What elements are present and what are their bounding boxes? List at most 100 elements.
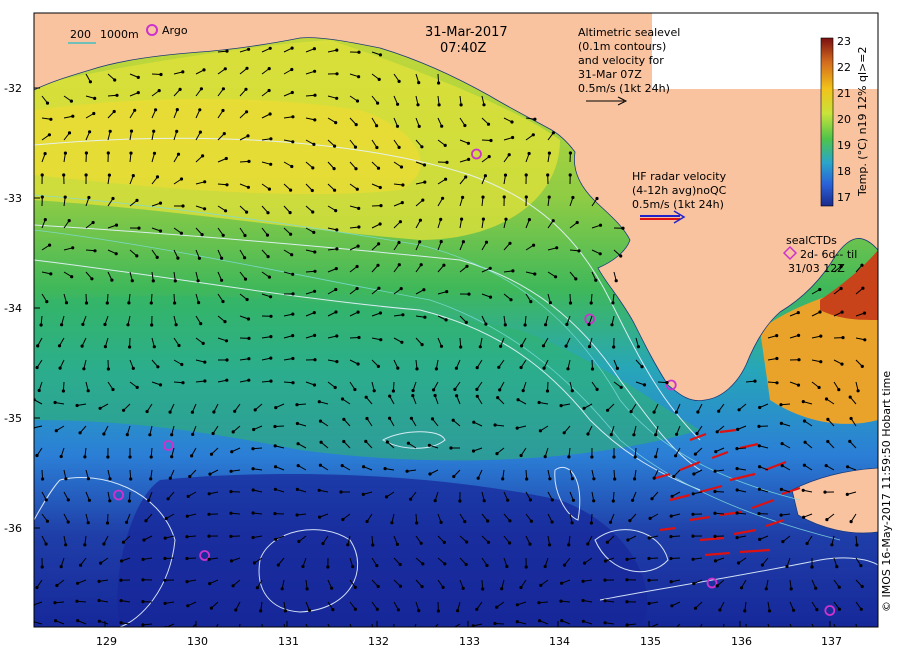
velocity-arrow-head	[489, 138, 493, 143]
velocity-arrow-head	[313, 93, 317, 97]
velocity-arrow-head	[713, 559, 718, 563]
velocity-arrow-head	[355, 99, 360, 103]
velocity-arrow-head	[815, 631, 817, 633]
velocity-arrow-head	[170, 433, 174, 437]
velocity-arrow-head	[415, 367, 419, 371]
velocity-arrow-head	[133, 108, 137, 112]
velocity-arrow-head	[115, 93, 119, 97]
velocity-arrow-head	[87, 195, 91, 200]
velocity-arrow-head	[355, 187, 359, 191]
velocity-arrow-head	[141, 623, 145, 627]
velocity-arrow-head	[106, 367, 111, 371]
velocity-arrow-head	[542, 366, 546, 370]
x-tick-label: 131	[278, 635, 299, 648]
colorbar-tick: 21	[837, 87, 851, 100]
velocity-arrow-head	[713, 534, 717, 539]
velocity-arrow-head	[823, 490, 827, 494]
velocity-arrow-head	[97, 579, 101, 584]
velocity-arrow-head	[845, 492, 849, 496]
velocity-arrow-head	[669, 580, 673, 584]
velocity-arrow-head	[36, 344, 40, 348]
velocity-arrow-head	[415, 521, 419, 525]
velocity-arrow-head	[99, 561, 103, 565]
velocity-arrow-head	[334, 310, 338, 314]
velocity-arrow-head	[619, 385, 623, 389]
velocity-arrow-head	[119, 578, 123, 582]
velocity-arrow-head	[64, 543, 68, 547]
velocity-arrow-head	[333, 144, 337, 148]
velocity-arrow-head	[460, 217, 464, 221]
velocity-arrow-head	[59, 565, 63, 569]
velocity-arrow-head	[846, 465, 850, 469]
velocity-arrow-head	[334, 121, 338, 125]
x-tick-label: 136	[731, 635, 752, 648]
velocity-arrow-head	[91, 220, 95, 225]
velocity-arrow-head	[409, 416, 413, 420]
velocity-arrow-head	[547, 195, 551, 199]
velocity-arrow-head	[185, 514, 189, 518]
velocity-arrow-head	[135, 198, 139, 202]
velocity-arrow-head	[163, 578, 167, 582]
velocity-arrow-head	[484, 322, 488, 326]
velocity-arrow-head	[505, 564, 509, 569]
velocity-arrow-head	[603, 621, 607, 625]
velocity-arrow-head	[173, 301, 177, 305]
altimetry-line: 0.5m/s (1kt 24h)	[578, 82, 670, 95]
velocity-arrow-head	[463, 123, 467, 128]
velocity-arrow-head	[586, 542, 590, 546]
velocity-arrow-head	[66, 520, 70, 524]
velocity-arrow-head	[333, 188, 337, 192]
velocity-arrow-head	[43, 218, 47, 222]
velocity-arrow-head	[758, 537, 762, 542]
hf-radar-line: 0.5m/s (1kt 24h)	[632, 198, 724, 211]
velocity-arrow-head	[523, 323, 527, 327]
velocity-arrow-head	[188, 474, 192, 479]
velocity-arrow-head	[562, 431, 566, 435]
velocity-arrow-head	[251, 447, 255, 451]
velocity-arrow-head	[590, 367, 595, 371]
velocity-arrow-head	[196, 279, 200, 283]
velocity-arrow-head	[346, 543, 350, 547]
velocity-arrow-head	[486, 540, 491, 544]
velocity-arrow-head	[312, 142, 316, 146]
velocity-arrow-head	[151, 279, 155, 283]
velocity-arrow-head	[326, 565, 330, 569]
velocity-arrow-head	[516, 398, 520, 402]
yellow-core	[34, 98, 421, 195]
velocity-arrow-head	[615, 366, 620, 370]
velocity-arrow-head	[625, 600, 629, 604]
velocity-arrow-head	[595, 387, 599, 391]
velocity-arrow-head	[55, 583, 59, 588]
velocity-arrow-head	[437, 103, 441, 107]
velocity-arrow-head	[640, 365, 644, 369]
velocity-arrow-head	[229, 511, 233, 515]
velocity-arrow-head	[128, 455, 132, 459]
velocity-arrow-head	[119, 559, 124, 563]
velocity-arrow-head	[178, 87, 182, 92]
velocity-arrow-head	[412, 631, 414, 633]
velocity-arrow-head	[737, 408, 741, 412]
velocity-arrow-head	[265, 233, 270, 237]
velocity-arrow-head	[58, 366, 62, 370]
velocity-arrow-head	[129, 477, 133, 481]
velocity-arrow-head	[201, 341, 205, 345]
velocity-arrow-head	[603, 599, 607, 603]
velocity-arrow-head	[464, 320, 468, 324]
velocity-arrow-head	[401, 183, 405, 187]
velocity-arrow-head	[125, 433, 129, 437]
velocity-arrow-head	[826, 439, 830, 444]
velocity-arrow-head	[819, 334, 823, 338]
velocity-arrow-head	[396, 366, 400, 370]
velocity-arrow-head	[335, 334, 339, 338]
velocity-arrow-head	[207, 492, 211, 496]
velocity-arrow-head	[335, 72, 339, 76]
velocity-arrow-head	[810, 565, 814, 569]
velocity-arrow-head	[362, 465, 366, 469]
velocity-arrow-head	[243, 277, 248, 281]
velocity-arrow-head	[695, 431, 699, 436]
velocity-arrow-head	[652, 410, 656, 414]
velocity-arrow-head	[802, 515, 806, 519]
velocity-arrow-head	[375, 607, 379, 611]
velocity-arrow-head	[746, 632, 748, 634]
velocity-arrow-head	[592, 499, 596, 503]
